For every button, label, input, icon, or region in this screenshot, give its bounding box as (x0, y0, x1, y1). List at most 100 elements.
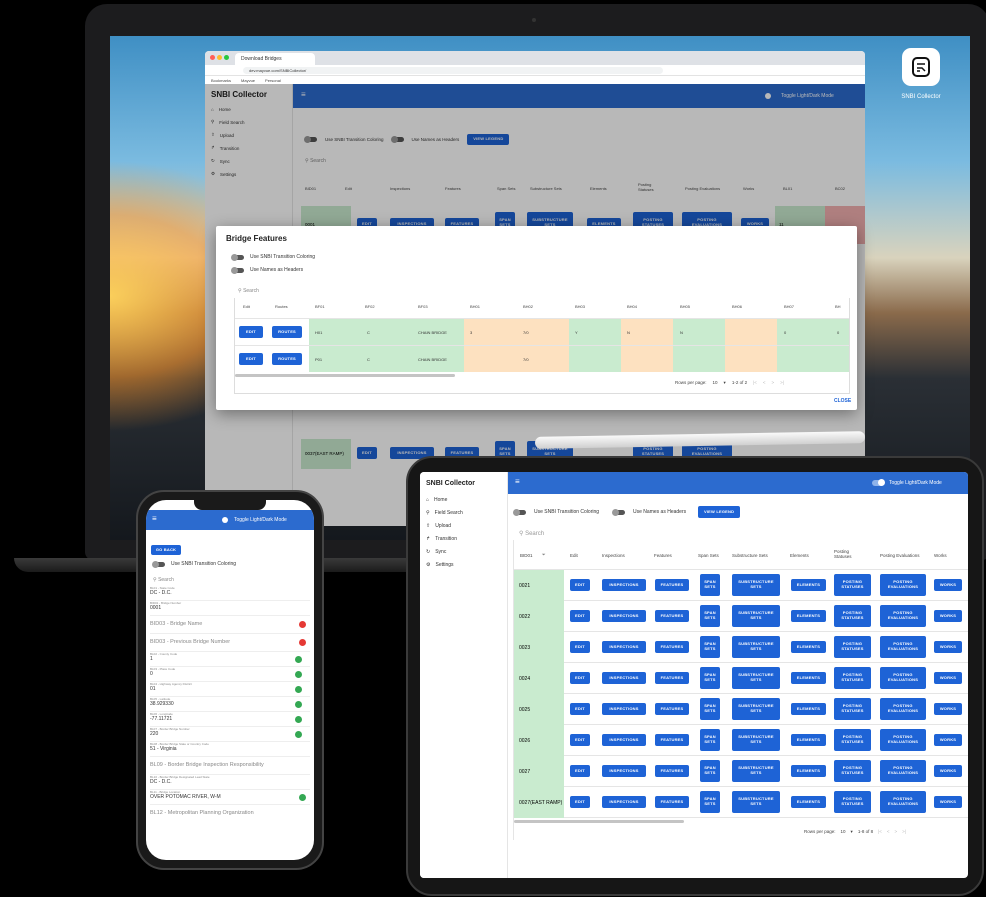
menu-icon[interactable]: ≡ (515, 477, 520, 486)
phone-search[interactable]: ⚲ Search (153, 577, 174, 583)
list-item[interactable]: BL03 - Place Code 0 (150, 667, 310, 682)
theme-toggle-knob[interactable] (222, 517, 228, 523)
sidebar-item-settings[interactable]: ⚙ Settings (426, 562, 501, 568)
elements-button[interactable]: ELEMENTS (791, 703, 826, 715)
rows-per-page-select[interactable]: 10 (841, 829, 846, 835)
posting-evaluations-button[interactable]: POSTING EVALUATIONS (880, 636, 926, 658)
list-item[interactable]: BID03 - Previous Bridge Number (150, 634, 310, 652)
substructure-button[interactable]: SUBSTRUCTURE SETS (732, 698, 780, 720)
url-field[interactable]: dev.mayvue.com/SNBICollector/ (243, 67, 663, 74)
works-button[interactable]: WORKS (934, 765, 962, 777)
chevron-down-icon[interactable]: ▾ (724, 380, 726, 386)
posting-statuses-button[interactable]: POSTING STATUSES (834, 698, 871, 720)
substructure-button[interactable]: SUBSTRUCTURE SETS (732, 574, 780, 596)
sidebar-item-field-search[interactable]: ⚲ Field Search (426, 510, 501, 516)
posting-evaluations-button[interactable]: POSTING EVALUATIONS (880, 729, 926, 751)
edit-button[interactable]: EDIT (570, 765, 590, 777)
elements-button[interactable]: ELEMENTS (791, 579, 826, 591)
edit-button[interactable]: EDIT (239, 353, 263, 365)
substructure-button[interactable]: SUBSTRUCTURE SETS (732, 636, 780, 658)
list-item[interactable]: BL05 - Latitude 38.929330 (150, 697, 310, 712)
elements-button[interactable]: ELEMENTS (791, 610, 826, 622)
edit-button[interactable]: EDIT (570, 579, 590, 591)
posting-statuses-button[interactable]: POSTING STATUSES (834, 760, 871, 782)
span-sets-button[interactable]: SPAN SETS (700, 791, 720, 813)
elements-button[interactable]: ELEMENTS (791, 796, 826, 808)
works-button[interactable]: WORKS (934, 703, 962, 715)
edit-button[interactable]: EDIT (570, 610, 590, 622)
rows-per-page-select[interactable]: 10 (713, 380, 718, 386)
bookmark-item[interactable]: Mayvue (241, 78, 255, 83)
dialog-search[interactable]: ⚲ Search (238, 288, 259, 294)
substructure-button[interactable]: SUBSTRUCTURE SETS (732, 667, 780, 689)
works-button[interactable]: WORKS (934, 610, 962, 622)
posting-evaluations-button[interactable]: POSTING EVALUATIONS (880, 605, 926, 627)
works-button[interactable]: WORKS (934, 641, 962, 653)
names-toggle[interactable] (231, 266, 244, 274)
routes-button[interactable]: ROUTES (272, 353, 302, 365)
edit-button[interactable]: EDIT (570, 641, 590, 653)
posting-statuses-button[interactable]: POSTING STATUSES (834, 636, 871, 658)
go-back-button[interactable]: GO BACK (151, 545, 181, 555)
list-item[interactable]: BL09 - Border Bridge Inspection Responsi… (150, 757, 310, 775)
works-button[interactable]: WORKS (934, 734, 962, 746)
features-button[interactable]: FEATURES (655, 734, 689, 746)
substructure-button[interactable]: SUBSTRUCTURE SETS (732, 729, 780, 751)
features-button[interactable]: FEATURES (655, 641, 689, 653)
inspections-button[interactable]: INSPECTIONS (602, 765, 646, 777)
chevron-down-icon[interactable]: ▾ (851, 829, 853, 835)
elements-button[interactable]: ELEMENTS (791, 734, 826, 746)
inspections-button[interactable]: INSPECTIONS (602, 641, 646, 653)
elements-button[interactable]: ELEMENTS (791, 641, 826, 653)
list-item[interactable]: BL01 - State Code DC - D.C. (150, 586, 310, 601)
span-sets-button[interactable]: SPAN SETS (700, 729, 720, 751)
posting-evaluations-button[interactable]: POSTING EVALUATIONS (880, 667, 926, 689)
features-button[interactable]: FEATURES (655, 579, 689, 591)
last-page-icon[interactable]: >| (780, 380, 784, 386)
inspections-button[interactable]: INSPECTIONS (602, 610, 646, 622)
substructure-button[interactable]: SUBSTRUCTURE SETS (732, 605, 780, 627)
list-item[interactable]: BL10 - Border Bridge Designated Lead Sta… (150, 775, 310, 790)
tablet-search[interactable]: ⚲ Search (519, 530, 544, 537)
first-page-icon[interactable]: |< (878, 829, 882, 835)
window-min-dot[interactable] (217, 55, 222, 60)
prev-page-icon[interactable]: < (887, 829, 890, 835)
substructure-button[interactable]: SUBSTRUCTURE SETS (732, 791, 780, 813)
edit-button[interactable]: EDIT (239, 326, 263, 338)
edit-button[interactable]: EDIT (570, 703, 590, 715)
browser-tab[interactable]: Download Bridges (235, 53, 315, 65)
features-button[interactable]: FEATURES (655, 796, 689, 808)
span-sets-button[interactable]: SPAN SETS (700, 667, 720, 689)
sidebar-item-sync[interactable]: ↻ Sync (426, 549, 501, 555)
span-sets-button[interactable]: SPAN SETS (700, 605, 720, 627)
posting-statuses-button[interactable]: POSTING STATUSES (834, 605, 871, 627)
posting-evaluations-button[interactable]: POSTING EVALUATIONS (880, 791, 926, 813)
list-item[interactable]: BL04 - Highway Agency District 01 (150, 682, 310, 697)
bookmark-item[interactable]: Bookmarks (211, 78, 231, 83)
view-legend-button[interactable]: VIEW LEGEND (698, 506, 741, 518)
posting-evaluations-button[interactable]: POSTING EVALUATIONS (880, 574, 926, 596)
list-item[interactable]: BL06 - Longitude -77.11721 (150, 712, 310, 727)
window-close-dot[interactable] (210, 55, 215, 60)
filter-icon[interactable]: ⏷ (542, 552, 546, 557)
edit-button[interactable]: EDIT (570, 796, 590, 808)
coloring-toggle[interactable] (231, 253, 244, 261)
inspections-button[interactable]: INSPECTIONS (602, 734, 646, 746)
inspections-button[interactable]: INSPECTIONS (602, 579, 646, 591)
coloring-toggle[interactable] (513, 508, 526, 516)
sidebar-item-home[interactable]: ⌂ Home (426, 497, 501, 503)
horizontal-scrollbar[interactable] (235, 374, 455, 377)
elements-button[interactable]: ELEMENTS (791, 672, 826, 684)
list-item[interactable]: BL07 - Border Bridge Number 220 (150, 727, 310, 742)
horizontal-scrollbar[interactable] (514, 820, 684, 823)
theme-toggle-knob[interactable] (878, 479, 885, 486)
inspections-button[interactable]: INSPECTIONS (602, 672, 646, 684)
posting-statuses-button[interactable]: POSTING STATUSES (834, 574, 871, 596)
prev-page-icon[interactable]: < (763, 380, 766, 386)
routes-button[interactable]: ROUTES (272, 326, 302, 338)
works-button[interactable]: WORKS (934, 672, 962, 684)
features-button[interactable]: FEATURES (655, 672, 689, 684)
features-button[interactable]: FEATURES (655, 703, 689, 715)
span-sets-button[interactable]: SPAN SETS (700, 698, 720, 720)
elements-button[interactable]: ELEMENTS (791, 765, 826, 777)
